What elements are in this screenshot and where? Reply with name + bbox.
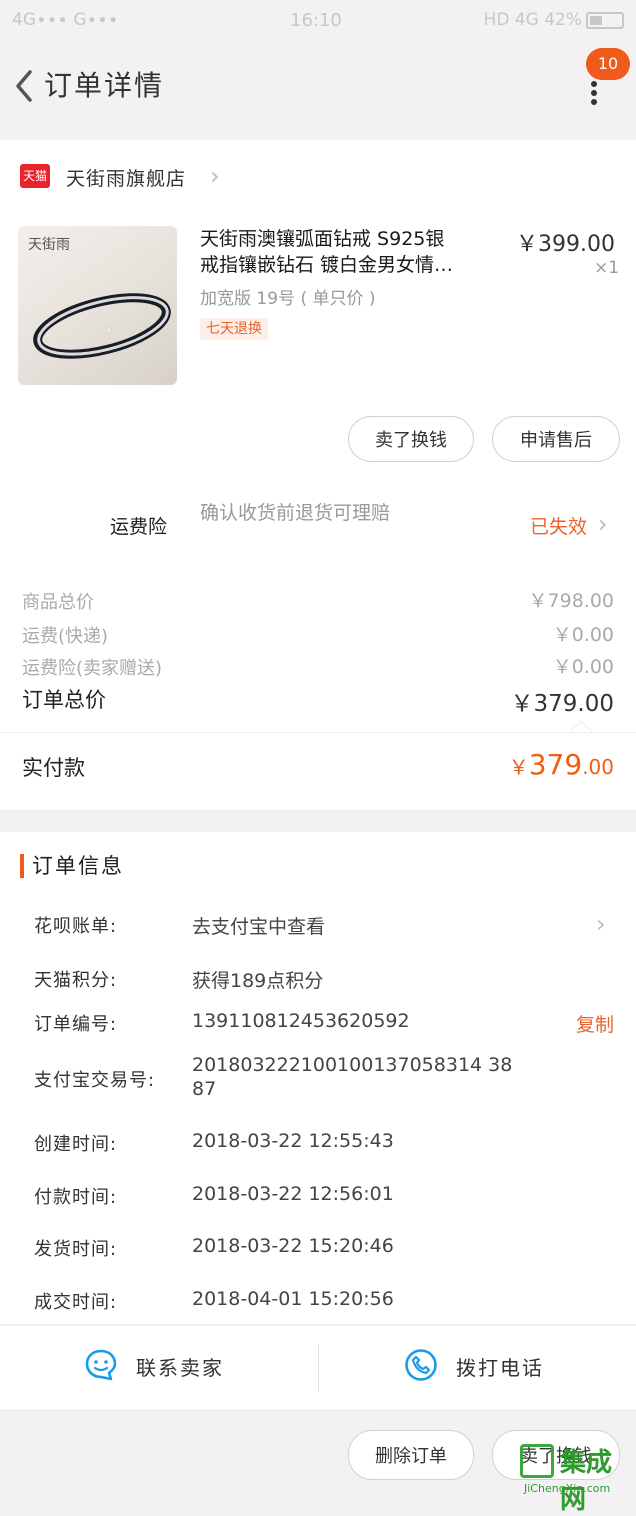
signal-indicators: 4G∙∙∙ G∙∙∙ <box>12 10 119 30</box>
info-row-label: 发货时间: <box>34 1239 118 1260</box>
call-phone-label: 拨打电话 <box>456 1356 544 1380</box>
info-row-label: 创建时间: <box>34 1134 118 1155</box>
chevron-right-icon[interactable]: › <box>596 910 606 938</box>
contact-seller-button[interactable]: 联系卖家 <box>80 1346 270 1386</box>
page-title: 订单详情 <box>44 69 165 102</box>
insurance-label: 运费险 <box>110 516 168 538</box>
info-row-value: 2018-03-22 15:20:46 <box>192 1235 394 1257</box>
insurance-description: 确认收货前退货可理赔 <box>200 502 391 524</box>
contact-seller-label: 联系卖家 <box>136 1356 224 1380</box>
back-icon[interactable] <box>8 66 48 106</box>
chevron-right-icon[interactable]: › <box>598 510 608 538</box>
product-price: ￥399.00 <box>516 232 615 257</box>
info-row-label: 订单编号: <box>34 1014 118 1035</box>
caret-up-icon <box>570 720 592 733</box>
return-policy-tag: 七天退换 <box>200 318 268 340</box>
order-info-title: 订单信息 <box>32 854 124 878</box>
phone-icon <box>405 1349 437 1381</box>
info-row-value: 2018-03-22 12:56:01 <box>192 1183 394 1205</box>
delete-order-button[interactable]: 删除订单 <box>348 1430 474 1480</box>
status-bar: 4G∙∙∙ G∙∙∙ 16:10 HD 4G 42% <box>0 0 636 42</box>
store-name[interactable]: 天街雨旗舰店 <box>66 164 186 191</box>
watermark-logo: 集成网 JiChengXin.com <box>520 1440 636 1515</box>
sell-button[interactable]: 卖了换钱 <box>348 416 474 462</box>
chat-bubble-icon <box>85 1349 117 1381</box>
fee-label: 商品总价 <box>22 592 94 613</box>
order-total-label: 订单总价 <box>22 688 106 712</box>
product-title[interactable]: 天街雨澳镶弧面钻戒 S925银 戒指镶嵌钻石 镀白金男女情… <box>200 226 506 278</box>
call-phone-button[interactable]: 拨打电话 <box>400 1346 590 1386</box>
info-row-value: 2018-03-22 12:55:43 <box>192 1130 394 1152</box>
insurance-status[interactable]: 已失效 <box>530 512 587 539</box>
info-row-value[interactable]: 去支付宝中查看 <box>192 912 325 939</box>
paid-label: 实付款 <box>22 756 85 780</box>
tmall-logo-icon: 天猫 <box>20 164 50 188</box>
order-total-value: ￥379.00 <box>510 691 614 717</box>
status-icons: HD 4G 42% <box>483 10 582 30</box>
after-sale-button[interactable]: 申请售后 <box>492 416 620 462</box>
notification-badge[interactable]: 10 <box>586 48 630 80</box>
fee-value: ￥0.00 <box>552 624 614 646</box>
copy-button[interactable]: 复制 <box>576 1010 614 1037</box>
clock: 16:10 <box>290 10 342 31</box>
divider <box>318 1344 319 1392</box>
chevron-right-icon[interactable]: › <box>210 162 220 190</box>
alipay-trade-number: 201803222100100137058314 38 <box>192 1054 513 1076</box>
info-row-label: 支付宝交易号: <box>34 1070 156 1091</box>
fee-value: ￥798.00 <box>528 590 614 612</box>
info-row-label: 天猫积分: <box>34 970 118 991</box>
fee-label: 运费(快递) <box>22 626 109 647</box>
product-sku: 加宽版 19号 ( 单只价 ) <box>200 289 376 309</box>
more-icon[interactable] <box>588 80 600 106</box>
section-accent-bar <box>20 854 24 878</box>
info-row-label: 成交时间: <box>34 1292 118 1313</box>
product-image[interactable]: 天街雨 <box>18 226 177 385</box>
divider <box>0 732 636 733</box>
fee-value: ￥0.00 <box>552 656 614 678</box>
paid-amount: ￥379.00 <box>508 748 614 781</box>
fee-label: 运费险(卖家赠送) <box>22 658 163 679</box>
info-row-value: 2018-04-01 15:20:56 <box>192 1288 394 1310</box>
product-quantity: ×1 <box>594 258 620 278</box>
divider <box>0 1410 636 1411</box>
info-row-value: 获得189点积分 <box>192 970 324 992</box>
battery-icon <box>586 12 624 29</box>
info-row-label: 花呗账单: <box>34 916 118 937</box>
divider <box>0 1325 636 1326</box>
nav-bar: 订单详情 10 <box>0 42 636 138</box>
ring-icon <box>33 293 171 359</box>
order-number: 1391108124536205​92 <box>192 1010 410 1032</box>
info-row-label: 付款时间: <box>34 1187 118 1208</box>
alipay-trade-number-cont: 87 <box>192 1078 217 1100</box>
